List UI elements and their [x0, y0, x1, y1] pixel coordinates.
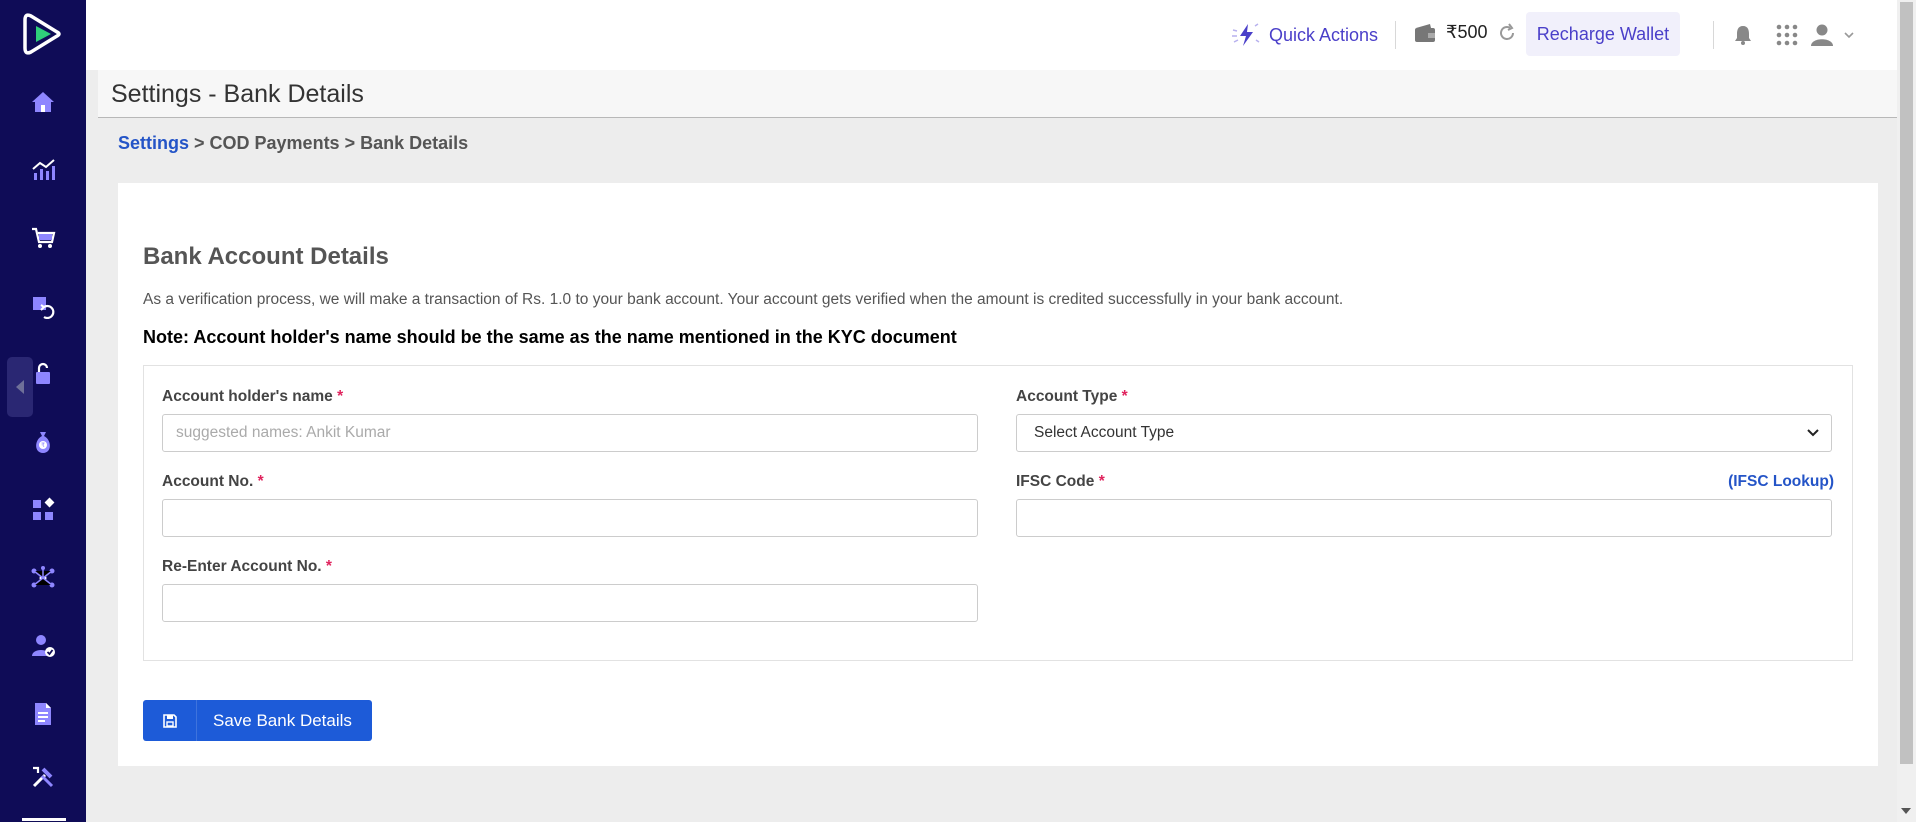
sidebar-item-tools[interactable] [0, 752, 86, 802]
sidebar-item-analytics[interactable] [0, 145, 86, 195]
account-type-select[interactable]: Select Account Type [1016, 414, 1832, 452]
scrollbar-thumb[interactable] [1900, 2, 1913, 764]
apps-icon [33, 497, 55, 520]
reenter-account-input[interactable] [162, 584, 978, 622]
breadcrumb-settings-link[interactable]: Settings [118, 133, 189, 153]
account-type-label-text: Account Type [1016, 388, 1118, 405]
bell-icon [1735, 26, 1751, 45]
sidebar-item-cod[interactable]: ₹ [0, 417, 86, 467]
divider [1713, 21, 1714, 49]
cart-icon [32, 227, 56, 248]
app-logo[interactable] [21, 12, 65, 56]
ifsc-label: IFSC Code * [1016, 473, 1105, 491]
lock-icon [36, 362, 50, 384]
wallet-balance[interactable]: ₹500 [1414, 22, 1517, 43]
holder-name-label: Account holder's name * [162, 388, 343, 406]
ifsc-label-text: IFSC Code [1016, 473, 1095, 490]
network-icon [31, 566, 55, 588]
chevron-down-icon [1807, 429, 1819, 437]
page-scrollbar[interactable] [1897, 0, 1916, 822]
sidebar-item-returns[interactable] [0, 281, 86, 331]
wallet-amount: ₹500 [1446, 22, 1488, 42]
required-marker: * [325, 558, 332, 575]
save-icon-wrap [143, 700, 197, 741]
scroll-down-arrow[interactable] [1901, 808, 1911, 814]
bank-form: Account holder's name * Account Type * S… [143, 365, 1853, 661]
home-icon [32, 92, 54, 112]
breadcrumb: Settings > COD Payments > Bank Details [118, 133, 468, 154]
required-marker: * [337, 388, 344, 405]
account-no-label: Account No. * [162, 473, 264, 491]
user-icon [1811, 24, 1833, 46]
lightning-icon [1232, 23, 1260, 46]
floppy-disk-icon [162, 713, 177, 728]
reenter-account-label: Re-Enter Account No. * [162, 558, 332, 576]
sidebar: ₹ [0, 0, 86, 822]
holder-name-input[interactable] [162, 414, 978, 452]
quick-actions-button[interactable]: Quick Actions [1231, 22, 1378, 48]
sidebar-item-home[interactable] [0, 77, 86, 127]
holder-name-label-text: Account holder's name [162, 388, 333, 405]
save-button-label: Save Bank Details [213, 710, 352, 730]
section-heading: Bank Account Details [143, 243, 389, 270]
sidebar-item-kyc[interactable] [0, 621, 86, 671]
wallet-icon [1415, 23, 1435, 42]
apps-menu-button[interactable] [1774, 22, 1800, 48]
grid-icon [1776, 24, 1798, 46]
user-check-icon [32, 635, 55, 657]
money-bag-icon: ₹ [36, 432, 50, 453]
sidebar-item-channels[interactable] [0, 485, 86, 535]
reenter-account-label-text: Re-Enter Account No. [162, 558, 322, 575]
ifsc-input[interactable] [1016, 499, 1832, 537]
required-marker: * [257, 473, 264, 490]
chevron-down-icon [1844, 32, 1854, 39]
required-marker: * [1098, 473, 1105, 490]
sidebar-active-indicator [22, 818, 66, 821]
svg-text:₹: ₹ [41, 442, 45, 449]
kyc-note: Note: Account holder's name should be th… [143, 327, 957, 347]
tools-icon [32, 766, 54, 788]
verification-description: As a verification process, we will make … [143, 291, 1344, 308]
bank-details-card: Bank Account Details As a verification p… [118, 183, 1878, 766]
return-icon [33, 297, 55, 319]
account-no-input[interactable] [162, 499, 978, 537]
sidebar-item-orders[interactable] [0, 213, 86, 263]
breadcrumb-trail: > COD Payments > Bank Details [189, 133, 469, 153]
sidebar-item-integrations[interactable] [0, 553, 86, 603]
page-title: Settings - Bank Details [111, 80, 364, 108]
required-marker: * [1121, 388, 1128, 405]
account-no-label-text: Account No. [162, 473, 254, 490]
account-type-label: Account Type * [1016, 388, 1128, 406]
top-bar: Quick Actions ₹500 Recharge Wallet [86, 0, 1897, 70]
sidebar-item-billing[interactable] [0, 349, 86, 399]
document-icon [35, 703, 51, 725]
account-type-selected: Select Account Type [1034, 424, 1175, 441]
refresh-icon[interactable] [1497, 22, 1517, 43]
ifsc-lookup-link[interactable]: (IFSC Lookup) [1728, 473, 1834, 491]
recharge-wallet-button[interactable]: Recharge Wallet [1526, 12, 1680, 56]
notifications-button[interactable] [1730, 22, 1756, 48]
page-header: Settings - Bank Details [98, 70, 1897, 118]
sidebar-item-reports[interactable] [0, 689, 86, 739]
quick-actions-label: Quick Actions [1269, 24, 1379, 45]
user-menu-button[interactable] [1810, 22, 1860, 48]
save-bank-details-button[interactable]: Save Bank Details [143, 700, 372, 741]
chart-icon [32, 159, 55, 180]
divider [1395, 21, 1396, 49]
